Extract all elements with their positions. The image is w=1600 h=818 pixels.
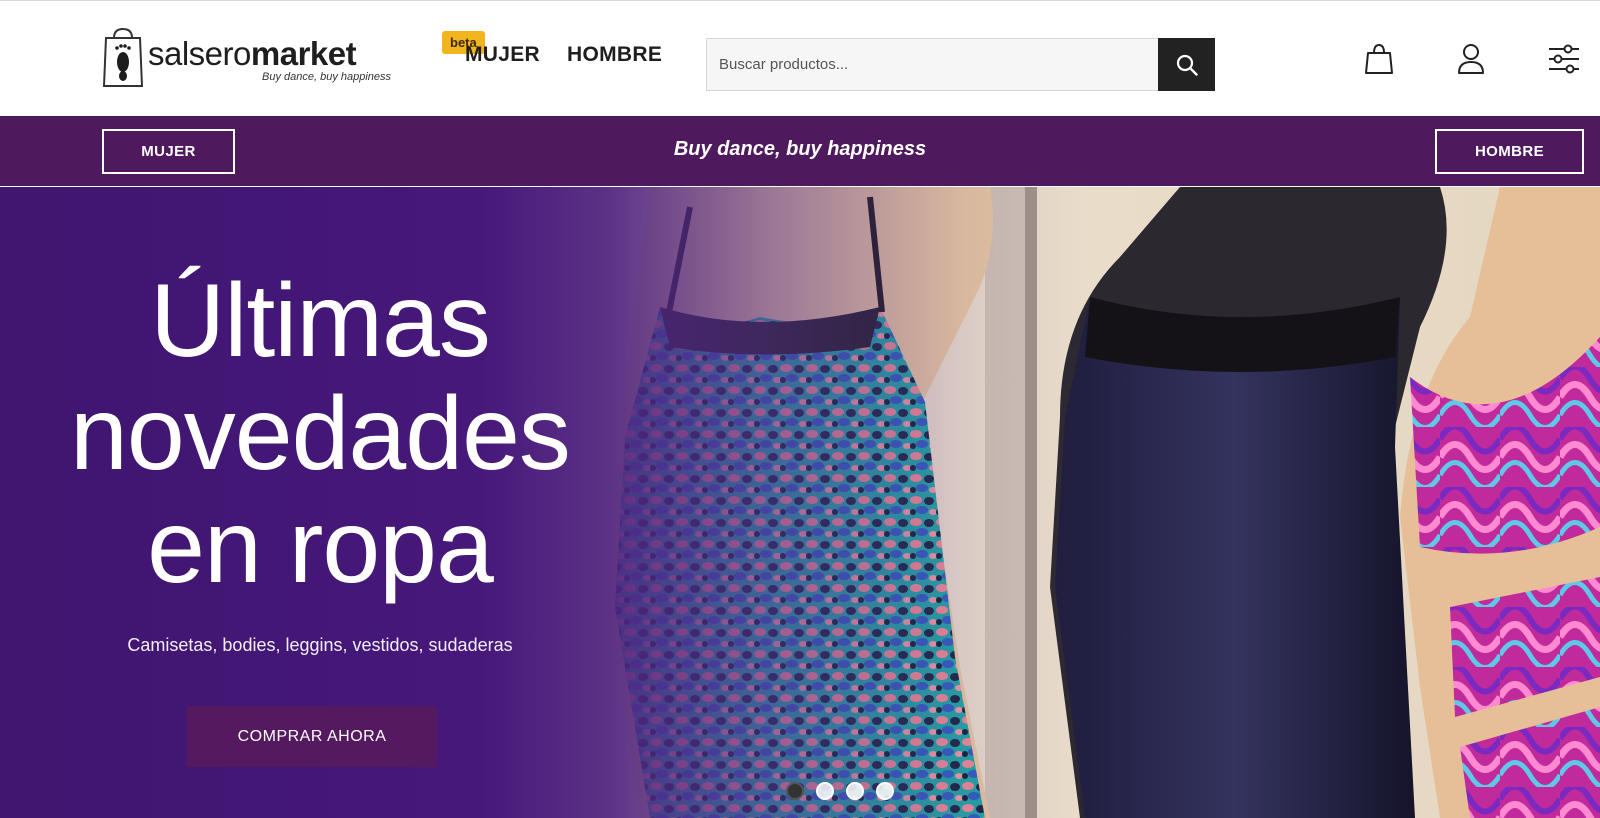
user-icon [1458, 44, 1484, 74]
logo-tagline: Buy dance, buy happiness [262, 71, 392, 83]
filter-button[interactable] [1546, 41, 1582, 77]
search-bar [706, 38, 1215, 91]
filter-sliders-icon [1549, 44, 1579, 74]
search-button[interactable] [1158, 38, 1215, 91]
logo-wordmark: salseromarket [148, 35, 357, 73]
search-input[interactable] [707, 39, 1157, 90]
hero-title-line: novedades [70, 376, 571, 492]
carousel-dot[interactable] [786, 782, 804, 800]
hero-title-line: en ropa [147, 489, 494, 605]
carousel-dot[interactable] [876, 782, 894, 800]
hero-banner: Últimas novedades en ropa Camisetas, bod… [0, 187, 1600, 818]
nav-link-mujer[interactable]: MUJER [465, 43, 540, 67]
shopping-bag-footprint-logo-icon [102, 27, 144, 87]
logo-word-market: market [250, 35, 357, 72]
shopping-bag-icon [1365, 43, 1393, 74]
search-icon [1176, 54, 1198, 76]
shop-now-button[interactable]: COMPRAR AHORA [187, 706, 437, 767]
nav-link-hombre[interactable]: HOMBRE [567, 43, 662, 67]
site-header: salseromarket Buy dance, buy happiness b… [0, 0, 1600, 116]
carousel-dot[interactable] [846, 782, 864, 800]
band-slogan: Buy dance, buy happiness [673, 138, 927, 160]
account-button[interactable] [1453, 41, 1489, 77]
salsero-market-logo[interactable]: salseromarket Buy dance, buy happiness b… [102, 23, 485, 91]
hero-title: Últimas novedades en ropa [20, 265, 620, 604]
cart-button[interactable] [1361, 41, 1397, 77]
carousel-dot[interactable] [816, 782, 834, 800]
hero-subtitle: Camisetas, bodies, leggins, vestidos, su… [127, 635, 513, 655]
hero-title-line: Últimas [150, 263, 491, 379]
carousel-dots [786, 782, 894, 800]
band-button-hombre[interactable]: HOMBRE [1435, 129, 1584, 174]
promo-band: MUJER Buy dance, buy happiness HOMBRE [0, 116, 1600, 186]
logo-word-salsero: salsero [148, 35, 251, 72]
